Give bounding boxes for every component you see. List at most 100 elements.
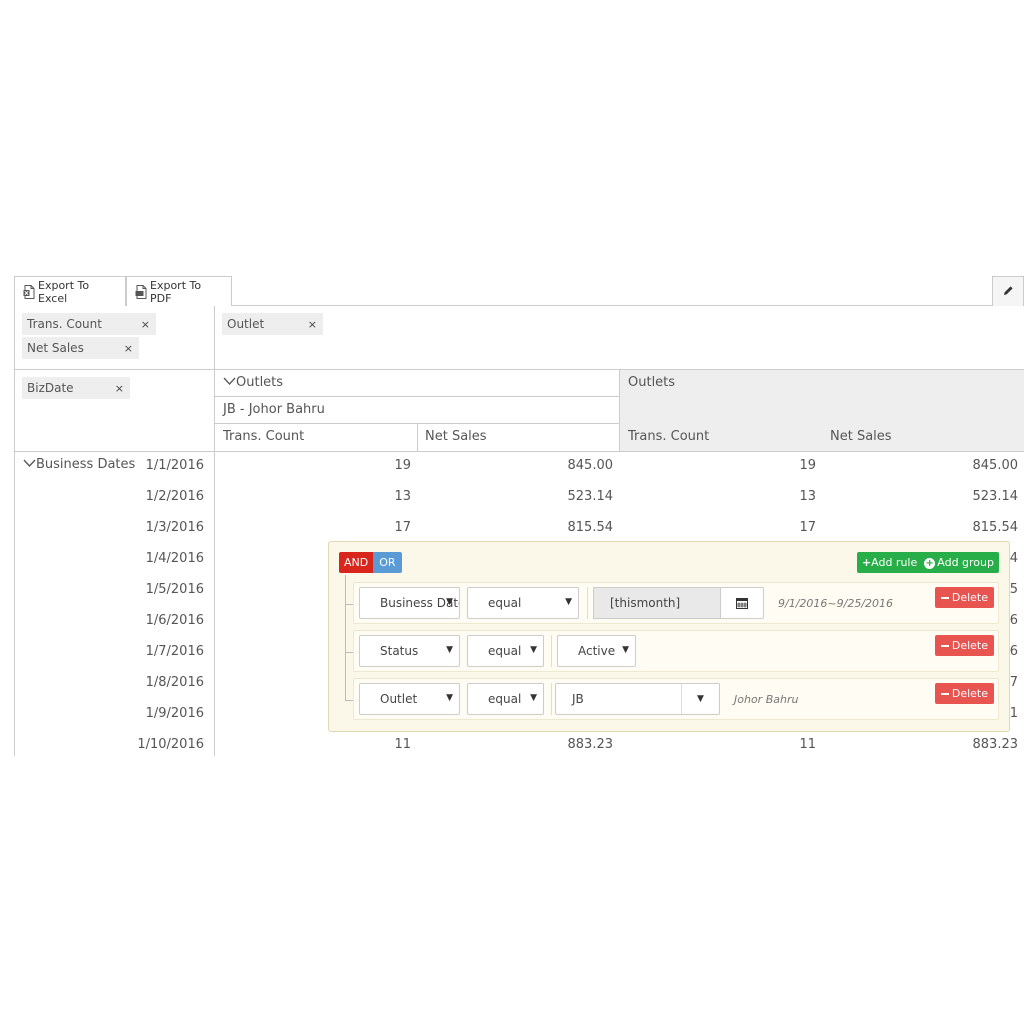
remove-field-icon[interactable]: ×	[115, 382, 124, 395]
remove-field-icon[interactable]: ×	[124, 342, 133, 355]
row-date-label: 1/1/2016	[145, 458, 204, 473]
calendar-icon	[736, 594, 748, 613]
caret-down-icon: ▼	[446, 645, 453, 655]
value-combobox-text: JB	[572, 692, 584, 706]
operator-select-value: equal	[488, 644, 522, 658]
table-cell: 845.00	[972, 458, 1019, 473]
table-cell: 17	[799, 520, 816, 535]
add-rule-button[interactable]: +Add rule	[862, 556, 917, 569]
table-cell: 13	[394, 489, 411, 504]
table-cell: 845.00	[567, 458, 614, 473]
outlets-total-header: Outlets	[628, 375, 676, 390]
caret-down-icon: ▼	[446, 597, 453, 607]
value-select[interactable]: Active ▼	[557, 635, 636, 667]
row-date-label: 1/9/2016	[145, 706, 204, 721]
export-excel-label: Export To Excel	[38, 278, 90, 305]
remove-field-icon[interactable]: ×	[308, 318, 317, 331]
operator-select[interactable]: equal ▼	[467, 587, 579, 619]
minus-icon	[940, 692, 949, 695]
row-date-label: 1/4/2016	[145, 551, 204, 566]
field-select[interactable]: Outlet ▼	[359, 683, 460, 715]
or-button[interactable]: OR	[373, 552, 402, 573]
add-group-button[interactable]: + Add group	[924, 556, 994, 569]
value-field-label: Net Sales	[27, 341, 84, 355]
caret-down-icon: ▼	[697, 694, 704, 704]
outlet-header-jb: JB - Johor Bahru	[223, 402, 325, 417]
delete-rule-button[interactable]: Delete	[934, 587, 994, 608]
filter-rule: Business Date ▼ equal ▼ [thismonth] 9/1/…	[353, 582, 999, 624]
table-cell: 523.14	[567, 489, 614, 504]
filter-builder-panel: AND OR +Add rule + Add group Business Dat…	[328, 541, 1010, 732]
value-field-chip-net-sales[interactable]: Net Sales ×	[22, 337, 139, 359]
outlet-name-hint: Johor Bahru	[734, 693, 799, 706]
dropdown-toggle[interactable]: ▼	[681, 684, 719, 714]
caret-down-icon: ▼	[530, 693, 537, 703]
measure-header: Net Sales	[830, 429, 892, 444]
divider	[551, 635, 552, 667]
filter-rule: Status ▼ equal ▼ Active ▼ Delete	[353, 630, 999, 672]
operator-select[interactable]: equal ▼	[467, 635, 544, 667]
date-value-text: [thismonth]	[610, 596, 681, 610]
date-value-input[interactable]: [thismonth]	[593, 587, 721, 619]
value-field-label: Trans. Count	[27, 317, 102, 331]
row-date-label: 1/3/2016	[145, 520, 204, 535]
export-pdf-button[interactable]: Export To PDF	[126, 276, 232, 306]
row-date-label: 1/6/2016	[145, 613, 204, 628]
operator-select-value: equal	[488, 596, 522, 610]
chevron-down-icon[interactable]	[223, 375, 236, 390]
field-select[interactable]: Business Date ▼	[359, 587, 460, 619]
caret-down-icon: ▼	[446, 693, 453, 703]
delete-rule-button[interactable]: Delete	[934, 635, 994, 656]
minus-icon	[940, 596, 949, 599]
table-cell: 17	[394, 520, 411, 535]
divider	[551, 683, 552, 715]
row-field-chip-bizdate[interactable]: BizDate ×	[22, 377, 130, 399]
value-select-value: Active	[578, 644, 616, 658]
pdf-file-icon	[135, 284, 148, 299]
operator-select[interactable]: equal ▼	[467, 683, 544, 715]
filter-rule: Outlet ▼ equal ▼ JB ▼ Johor Bahru Delete	[353, 678, 999, 720]
rule-tree-line	[345, 575, 346, 700]
add-group-label: Add group	[937, 556, 994, 569]
table-cell: 883.23	[972, 737, 1019, 752]
delete-label: Delete	[951, 591, 988, 604]
excel-file-icon	[23, 284, 36, 299]
measure-header: Net Sales	[425, 429, 487, 444]
column-field-chip-outlet[interactable]: Outlet ×	[222, 313, 323, 335]
edit-button[interactable]	[992, 276, 1024, 306]
column-field-label: Outlet	[227, 317, 265, 331]
table-cell: 19	[799, 458, 816, 473]
measure-header: Trans. Count	[628, 429, 710, 444]
value-field-chip-trans-count[interactable]: Trans. Count ×	[22, 313, 156, 335]
row-field-label: BizDate	[27, 381, 74, 395]
pencil-icon	[1003, 285, 1014, 299]
row-date-label: 1/10/2016	[137, 737, 204, 752]
field-select[interactable]: Status ▼	[359, 635, 460, 667]
export-pdf-label: Export To PDF	[150, 278, 202, 305]
chevron-down-icon[interactable]	[23, 457, 36, 472]
table-cell: 19	[394, 458, 411, 473]
measure-header: Trans. Count	[223, 429, 305, 444]
calendar-button[interactable]	[720, 587, 764, 619]
table-cell: 815.54	[972, 520, 1019, 535]
and-button[interactable]: AND	[339, 552, 374, 573]
pivot-toolbar: Export To Excel Export To PDF	[14, 276, 1024, 306]
delete-rule-button[interactable]: Delete	[934, 683, 994, 704]
date-range-hint: 9/1/2016~9/25/2016	[778, 597, 894, 610]
divider	[587, 587, 588, 619]
table-cell: 11	[394, 737, 411, 752]
caret-down-icon: ▼	[530, 645, 537, 655]
export-excel-button[interactable]: Export To Excel	[14, 276, 126, 306]
remove-field-icon[interactable]: ×	[141, 318, 150, 331]
add-buttons-group: +Add rule + Add group	[856, 552, 999, 573]
value-combobox[interactable]: JB ▼	[555, 683, 720, 715]
field-select-value: Outlet	[380, 692, 418, 706]
minus-icon	[940, 644, 949, 647]
row-date-label: 1/5/2016	[145, 582, 204, 597]
table-cell: 883.23	[567, 737, 614, 752]
outlets-group-header[interactable]: Outlets	[223, 375, 283, 390]
condition-toggle: AND OR	[339, 552, 402, 573]
row-date-label: 1/7/2016	[145, 644, 204, 659]
delete-label: Delete	[951, 687, 988, 700]
row-date-label: 1/8/2016	[145, 675, 204, 690]
